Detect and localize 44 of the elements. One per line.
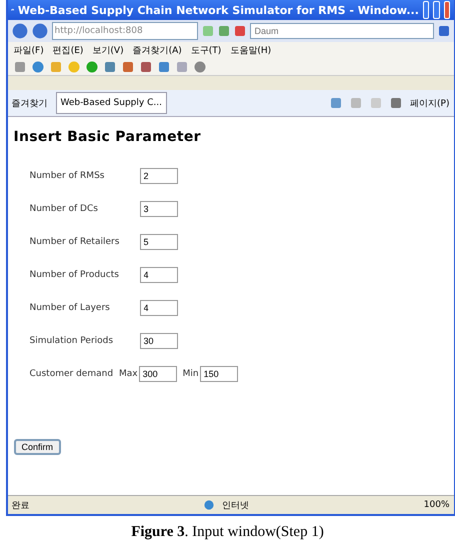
page-heading: Insert Basic Parameter: [14, 129, 202, 145]
input-field[interactable]: 2: [140, 168, 178, 184]
field-label: Number of Retailers: [30, 236, 120, 246]
maximize-button[interactable]: [433, 1, 440, 19]
menu-item[interactable]: 도구(T): [190, 44, 222, 57]
toolbar-icon[interactable]: [86, 61, 98, 73]
menu-item[interactable]: 파일(F): [14, 44, 44, 57]
minimize-button[interactable]: [422, 1, 430, 19]
input-field[interactable]: 5: [140, 234, 178, 250]
confirm-button[interactable]: Confirm: [14, 439, 62, 455]
field-label: Number of RMSs: [30, 170, 106, 180]
toolbar-icon[interactable]: [122, 61, 134, 73]
zoom-level[interactable]: 100%: [424, 500, 450, 510]
close-button[interactable]: [444, 1, 450, 19]
input-field[interactable]: 4: [140, 266, 178, 282]
toolbar-icon[interactable]: [140, 61, 152, 73]
field-label: Number of Layers: [30, 302, 111, 312]
input-field[interactable]: 4: [140, 300, 178, 316]
browser-tab[interactable]: Web-Based Supply C...: [56, 92, 167, 114]
input-field[interactable]: 150: [200, 366, 238, 382]
address-field[interactable]: http://localhost:808: [52, 22, 198, 40]
toolbar-icon[interactable]: [104, 61, 116, 73]
field-label: Min: [182, 368, 199, 378]
field-label: Max: [119, 368, 138, 378]
search-field[interactable]: Daum: [250, 23, 434, 39]
menu-item[interactable]: 보기(V): [92, 44, 124, 57]
menu-item[interactable]: 도움말(H): [230, 44, 272, 57]
input-field[interactable]: 300: [138, 366, 177, 382]
toolbar-icon[interactable]: [158, 61, 170, 73]
zone-text: 인터넷: [222, 500, 250, 512]
menu-item[interactable]: 편집(E): [52, 44, 84, 57]
input-field[interactable]: 30: [140, 332, 178, 348]
toolbar-icon[interactable]: [14, 61, 26, 73]
field-label: Customer demand: [30, 368, 114, 378]
page-menu[interactable]: 페이지(P): [410, 96, 450, 110]
field-label: Number of Products: [30, 270, 120, 280]
window-title: Web-Based Supply Chain Network Simulator for RMS - Window...: [18, 4, 419, 16]
status-text: 완료: [12, 500, 30, 512]
menu-item[interactable]: 즐겨찾기(A): [132, 44, 182, 57]
input-field[interactable]: 3: [140, 200, 178, 216]
field-label: Simulation Periods: [30, 336, 114, 346]
favorites-button[interactable]: 즐겨찾기: [12, 96, 48, 110]
figure-caption: Figure 3. Input window(Step 1): [131, 524, 324, 541]
field-label: Number of DCs: [30, 204, 99, 214]
